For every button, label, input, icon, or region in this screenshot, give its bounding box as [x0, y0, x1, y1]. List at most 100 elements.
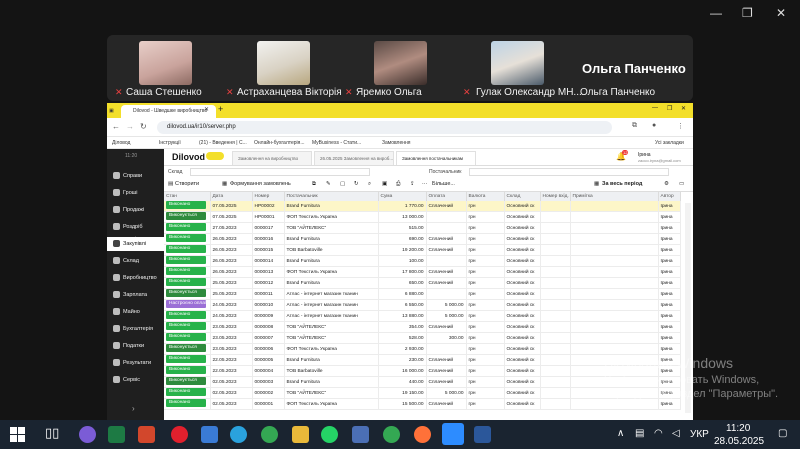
export-icon[interactable]: ⇪ [410, 181, 415, 187]
column-header[interactable]: Постачальник [284, 192, 379, 201]
clock-date[interactable]: 28.05.2025 [714, 436, 764, 447]
telegram-icon[interactable] [230, 426, 247, 443]
participant-tile[interactable]: ✕ Яремко Ольга [342, 35, 460, 101]
column-header[interactable]: Сума [378, 192, 427, 201]
bookmark[interactable]: Інструкції [159, 140, 181, 146]
url-input[interactable]: dilovod.ua/ir10/server.php [157, 121, 612, 134]
sidebar-item[interactable]: Роздріб [107, 220, 164, 234]
tab-close-icon[interactable]: ✕ [204, 106, 209, 113]
sidebar-item[interactable]: Склад [107, 254, 164, 268]
sidebar-collapse-icon[interactable]: › [132, 404, 135, 413]
participant-tile[interactable]: ✕ Гулак Олександр МН... [460, 35, 582, 101]
task-view-icon[interactable]: ▯▯ [45, 425, 59, 441]
reload-icon[interactable]: ↻ [140, 122, 147, 131]
sidebar-item[interactable]: Бухгалтерія [107, 322, 164, 336]
table-row[interactable]: Виконано 24.05.2023 0000009 Атлас - інтерне… [164, 310, 681, 323]
windows-start-icon[interactable] [10, 427, 25, 442]
wifi-icon[interactable]: ◠ [654, 428, 663, 439]
table-row[interactable]: Виконано 02.05.2023 0000001 ФОП Текстиль Ук… [164, 398, 681, 411]
file-explorer-icon[interactable] [292, 426, 309, 443]
column-header[interactable]: Стан [164, 192, 211, 201]
language-indicator[interactable]: УКР [690, 429, 709, 440]
table-row[interactable]: Виконано 23.05.2023 0000008 ТОВ "АЙТЕЛЕКС" 3… [164, 321, 681, 334]
form-orders-button[interactable]: Формування замовлень [230, 181, 291, 187]
copy-icon[interactable]: ⧉ [312, 181, 316, 188]
restore-icon[interactable]: ❐ [742, 6, 753, 20]
chrome-icon[interactable] [261, 426, 278, 443]
column-header[interactable]: Валюта [466, 192, 505, 201]
table-row[interactable]: Настроєно оплату 24.05.2023 0000010 Атлас -… [164, 299, 681, 312]
sidebar-item[interactable]: Гроші [107, 186, 164, 200]
minimize-icon[interactable]: — [710, 6, 722, 20]
viber-icon[interactable] [79, 426, 96, 443]
table-row[interactable]: Виконано 22.05.2023 0000005 Brand Furnitura… [164, 354, 681, 367]
print-icon[interactable]: ⎙ [396, 181, 400, 188]
settings-icon[interactable]: ⚙ [664, 181, 669, 187]
column-header[interactable]: Склад [504, 192, 541, 201]
bookmark[interactable]: Діловод [112, 140, 130, 146]
table-row[interactable]: Виконується 23.05.2023 0000006 ФОП Текстиль… [164, 343, 681, 356]
whatsapp-icon[interactable] [321, 426, 338, 443]
word-icon[interactable] [474, 426, 491, 443]
create-button[interactable]: Створити [175, 181, 199, 187]
zoom-icon[interactable] [442, 423, 464, 445]
search-icon[interactable]: ⌕ [368, 181, 371, 188]
warehouse-filter-input[interactable] [190, 168, 370, 176]
app-icon[interactable] [201, 426, 218, 443]
table-row[interactable]: Виконано 26.05.2023 0000016 Brand Furnitura… [164, 233, 681, 246]
menu-icon[interactable]: ⋮ [677, 122, 684, 130]
period-button[interactable]: За весь період [602, 181, 642, 187]
sidebar-item[interactable]: Результати [107, 356, 164, 370]
table-row[interactable]: Виконується 07.05.2025 НР00001 ФОП Текстиль… [164, 211, 681, 224]
sidebar-item[interactable]: Зарплата [107, 288, 164, 302]
table-row[interactable]: Виконано 22.05.2023 0000004 ТОВ Barbatovill… [164, 365, 681, 378]
clock-time[interactable]: 11:20 [726, 423, 750, 434]
tray-app-icon[interactable]: ▤ [635, 428, 644, 439]
table-row[interactable]: Виконано 25.05.2023 0000012 Brand Furnitura… [164, 277, 681, 290]
table-row[interactable]: Виконано 27.05.2023 0000017 ТОВ "АЙТЕЛЕКС" 5… [164, 222, 681, 235]
sidebar-item[interactable]: Майно [107, 305, 164, 319]
sidebar-item[interactable]: Податки [107, 339, 164, 353]
edit-icon[interactable]: ✎ [326, 181, 331, 187]
tray-chevron-icon[interactable]: ∧ [617, 428, 624, 439]
extensions-icon[interactable]: ⧉ [632, 122, 637, 130]
column-header[interactable]: Дата [210, 192, 253, 201]
column-header[interactable]: Номер вхід. [540, 192, 571, 201]
new-tab-icon[interactable]: + [218, 104, 223, 114]
table-row[interactable]: Виконується 02.05.2023 0000003 Brand Furnit… [164, 376, 681, 389]
supplier-filter-input[interactable] [469, 168, 669, 176]
participant-tile[interactable]: Ольга Панченко Ольга Панченко [578, 35, 693, 101]
column-header[interactable]: Автор [658, 192, 681, 201]
close-icon[interactable]: ✕ [776, 6, 786, 20]
sidebar-item[interactable]: Виробництво [107, 271, 164, 285]
chat-icon[interactable]: ▭ [679, 181, 684, 187]
table-row[interactable]: Виконано 23.05.2023 0000007 ТОВ "АЙТЕЛЕКС" 5… [164, 332, 681, 345]
bookmark[interactable]: Замовлення [382, 140, 411, 146]
table-row[interactable]: Виконується 25.05.2023 0000011 Атлас - інте… [164, 288, 681, 301]
refresh-icon[interactable]: ↻ [354, 181, 359, 187]
table-row[interactable]: Виконано 07.05.2025 НР00002 Brand Furnitura… [164, 201, 681, 213]
participant-tile[interactable]: ✕ Астраханцева Вікторія [224, 35, 342, 101]
minimize-icon[interactable]: — [652, 105, 658, 111]
volume-icon[interactable]: ◁ [672, 428, 680, 439]
browser-tab[interactable]: Dilovod - Шведшке виробництво [121, 105, 216, 118]
bookmark[interactable]: MyBusiness - Стати... [312, 140, 361, 146]
sidebar-item[interactable]: Справи [107, 169, 164, 183]
sidebar-item[interactable]: Сервіс [107, 373, 164, 387]
chrome-icon[interactable] [383, 426, 400, 443]
excel-icon[interactable] [108, 426, 125, 443]
firefox-icon[interactable] [414, 426, 431, 443]
table-row[interactable]: Виконано 26.05.2023 0000015 ТОВ Barbatovill… [164, 244, 681, 257]
app-icon[interactable] [352, 426, 369, 443]
column-header[interactable]: Примітка [570, 192, 659, 201]
doc-tab[interactable]: Замовлення на виробництво [232, 151, 312, 165]
powerpoint-icon[interactable] [138, 426, 155, 443]
close-icon[interactable]: ✕ [681, 105, 686, 112]
bookmark[interactable]: Усі закладки [655, 140, 684, 146]
restore-icon[interactable]: ❐ [667, 105, 672, 112]
filter-icon[interactable]: ▣ [382, 181, 387, 187]
back-icon[interactable]: ← [112, 122, 120, 131]
sidebar-item[interactable]: Продажі [107, 203, 164, 217]
participant-tile[interactable]: ✕ Саша Стешенко [107, 35, 224, 101]
table-row[interactable]: Виконано 02.05.2023 0000002 ТОВ "АЙТЕЛЕКС" 1… [164, 387, 681, 400]
